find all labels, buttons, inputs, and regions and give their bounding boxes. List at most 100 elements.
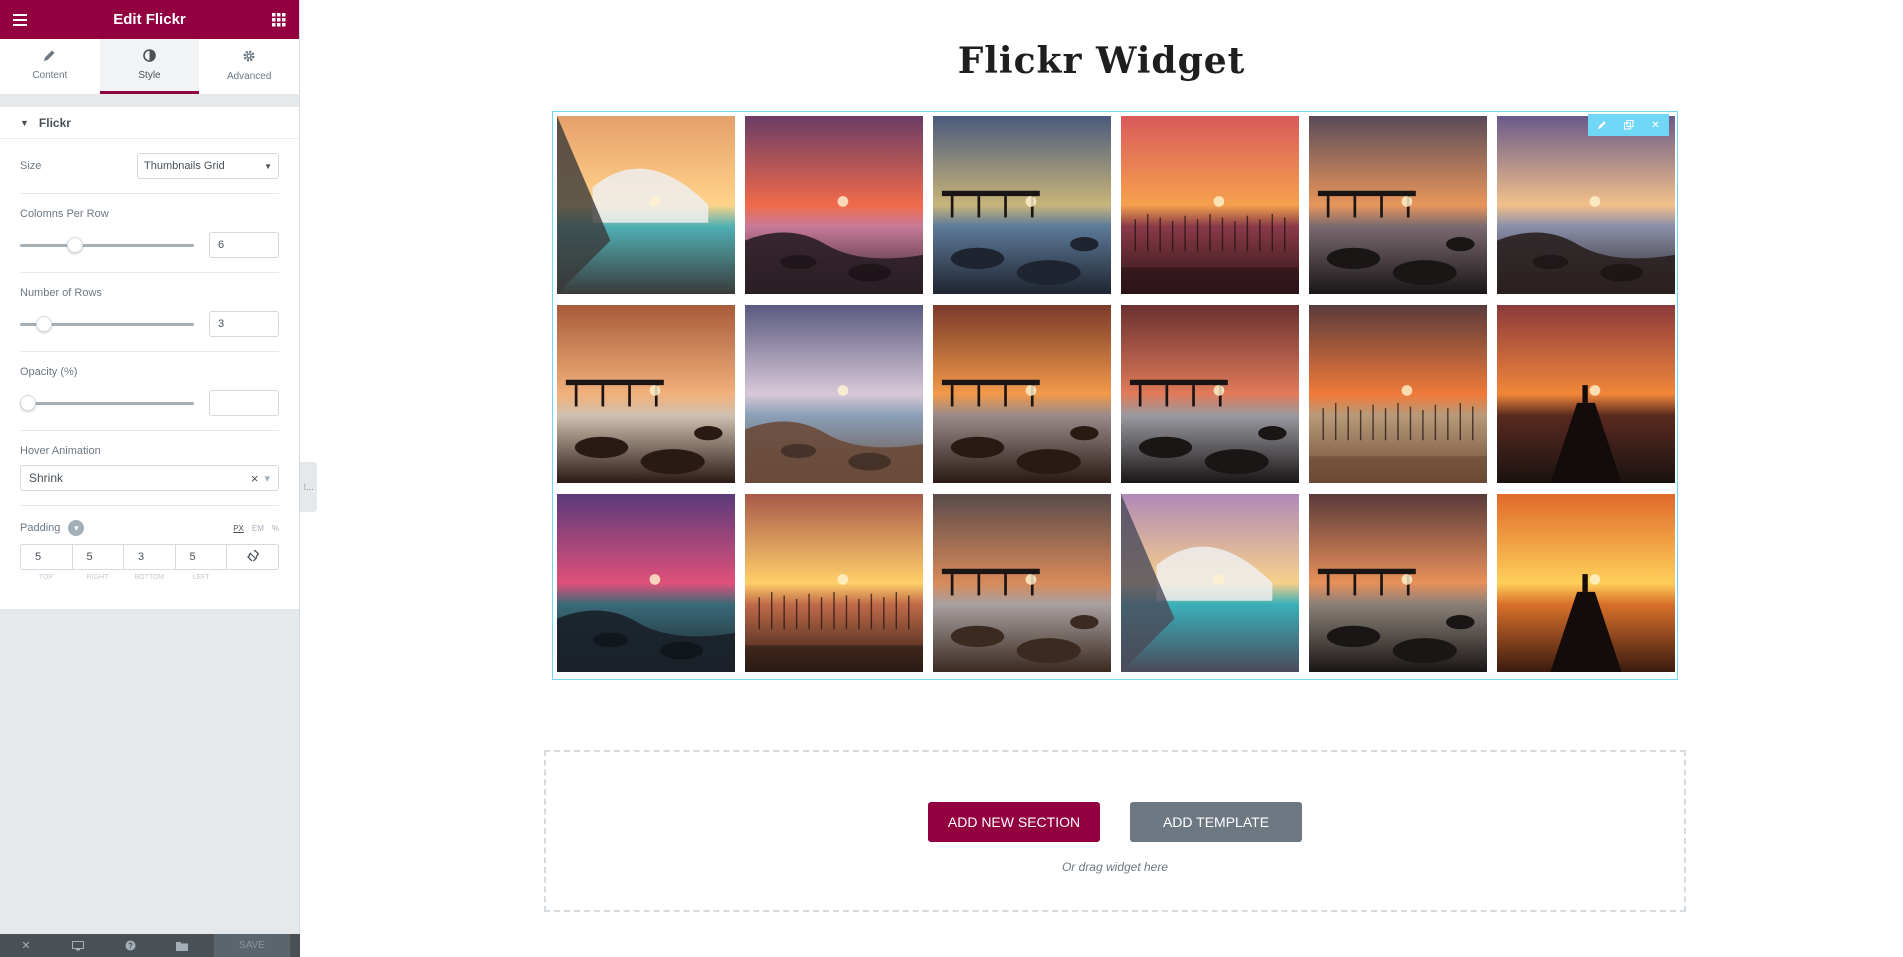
section-title: Flickr: [38, 115, 71, 130]
tab-content[interactable]: Content: [0, 39, 100, 94]
select-arrow-icon: ▼: [264, 161, 272, 171]
flickr-thumbnail[interactable]: [933, 494, 1111, 672]
size-value: Thumbnails Grid: [144, 160, 225, 172]
control-rows: Number of Rows 3: [20, 273, 279, 352]
tab-advanced[interactable]: Advanced: [199, 39, 299, 94]
pencil-icon: [43, 49, 56, 64]
unit-px[interactable]: PX: [233, 524, 244, 533]
flickr-thumbnail[interactable]: [1121, 116, 1299, 294]
tab-label: Advanced: [226, 70, 272, 82]
rows-slider-handle[interactable]: [35, 315, 52, 332]
columns-input[interactable]: 6: [209, 232, 279, 258]
opacity-slider[interactable]: [20, 394, 194, 411]
half-circle-icon: [143, 49, 156, 64]
padding-side-labels: TOP RIGHT BOTTOM LEFT: [20, 574, 279, 581]
flickr-thumbnail[interactable]: [933, 305, 1111, 483]
save-button[interactable]: SAVE: [214, 934, 290, 957]
edit-widget-icon[interactable]: [1588, 114, 1615, 136]
tab-style[interactable]: Style: [99, 39, 200, 94]
flickr-thumbnail[interactable]: [557, 116, 735, 294]
add-new-section-button[interactable]: ADD NEW SECTION: [928, 802, 1100, 842]
control-columns: Colomns Per Row 6: [20, 194, 279, 273]
panel-tabs: Content Style Advanced: [0, 39, 299, 95]
hamburger-menu-icon[interactable]: [12, 12, 28, 28]
folder-icon[interactable]: [156, 934, 208, 957]
svg-text:?: ?: [128, 941, 133, 950]
padding-label: Padding: [20, 522, 61, 534]
editor-panel: Edit Flickr Content Style Advanced ▼ Fli…: [0, 0, 300, 957]
padding-bottom-input[interactable]: 3: [124, 544, 176, 570]
flickr-thumbnail[interactable]: [933, 116, 1111, 294]
flickr-thumbnail[interactable]: [1497, 305, 1675, 483]
side-label-bottom: BOTTOM: [134, 574, 165, 581]
flickr-thumbnail[interactable]: [1309, 116, 1487, 294]
flickr-widget[interactable]: ✕: [552, 111, 1678, 680]
panel-collapse-handle[interactable]: ⁝...: [300, 462, 317, 512]
padding-right-input[interactable]: 5: [72, 544, 124, 570]
page-title: Flickr Widget: [957, 40, 1246, 82]
control-opacity: Opacity (%): [20, 352, 279, 431]
responsive-mode-icon[interactable]: ▾: [68, 520, 85, 536]
flickr-thumbnail-grid: [557, 116, 1675, 672]
close-icon[interactable]: ✕: [0, 934, 52, 957]
panel-header: Edit Flickr: [0, 0, 299, 39]
widgets-grid-icon[interactable]: [271, 12, 287, 28]
side-label-top: TOP: [38, 574, 53, 581]
panel-footer: ✕ ? SAVE: [0, 934, 300, 957]
columns-slider[interactable]: [20, 236, 194, 253]
rows-slider[interactable]: [20, 315, 194, 332]
tab-label: Style: [138, 70, 161, 81]
padding-fields: 5 5 3 5: [20, 544, 279, 570]
flickr-thumbnail[interactable]: [557, 305, 735, 483]
hover-animation-select[interactable]: Shrink × ▾: [20, 465, 279, 491]
columns-label: Colomns Per Row: [20, 208, 109, 220]
drop-zone-buttons: ADD NEW SECTION ADD TEMPLATE: [546, 802, 1684, 842]
padding-left-input[interactable]: 5: [175, 544, 227, 570]
opacity-label: Opacity (%): [20, 366, 78, 378]
section-toggle-flickr[interactable]: ▼ Flickr: [0, 107, 299, 139]
flickr-thumbnail[interactable]: [745, 305, 923, 483]
rows-label: Number of Rows: [20, 287, 102, 299]
add-template-button[interactable]: ADD TEMPLATE: [1130, 802, 1302, 842]
size-label: Size: [20, 160, 42, 172]
flickr-thumbnail[interactable]: [1309, 305, 1487, 483]
control-size: Size Thumbnails Grid ▼: [20, 139, 279, 194]
style-controls: ▼ Flickr Size Thumbnails Grid ▼ Colomns …: [0, 107, 299, 609]
duplicate-widget-icon[interactable]: [1615, 114, 1642, 136]
flickr-thumbnail[interactable]: [745, 116, 923, 294]
widget-toolbar: ✕: [1588, 114, 1669, 136]
side-label-left: LEFT: [192, 574, 210, 581]
unit-percent[interactable]: %: [272, 524, 279, 533]
flickr-thumbnail[interactable]: [1497, 116, 1675, 294]
hover-animation-label: Hover Animation: [20, 445, 101, 457]
delete-widget-icon[interactable]: ✕: [1642, 114, 1669, 136]
drag-widget-hint: Or drag widget here: [1061, 860, 1169, 874]
clear-icon[interactable]: ×: [251, 471, 259, 486]
caret-down-icon: ▼: [20, 117, 29, 128]
flickr-thumbnail[interactable]: [745, 494, 923, 672]
columns-slider-handle[interactable]: [67, 236, 84, 253]
padding-top-input[interactable]: 5: [20, 544, 73, 570]
unit-switcher: PX EM %: [233, 524, 279, 533]
flickr-thumbnail[interactable]: [1309, 494, 1487, 672]
flickr-thumbnail[interactable]: [1121, 494, 1299, 672]
rows-input[interactable]: 3: [209, 311, 279, 337]
control-padding: Padding ▾ PX EM % 5 5 3 5 TOP RIGHT BOTT…: [20, 506, 279, 595]
unlink-icon: [246, 549, 259, 565]
gear-icon: [242, 49, 256, 65]
select-arrow-icon: ▾: [264, 472, 270, 485]
link-values-button[interactable]: [227, 544, 279, 570]
desktop-icon[interactable]: [52, 934, 104, 957]
unit-em[interactable]: EM: [252, 524, 264, 533]
hover-animation-value: Shrink: [29, 471, 64, 485]
flickr-thumbnail[interactable]: [1121, 305, 1299, 483]
opacity-slider-handle[interactable]: [20, 394, 36, 411]
size-select[interactable]: Thumbnails Grid ▼: [137, 153, 279, 179]
side-label-right: RIGHT: [86, 574, 109, 581]
flickr-thumbnail[interactable]: [1497, 494, 1675, 672]
help-icon[interactable]: ?: [104, 934, 156, 957]
flickr-thumbnail[interactable]: [557, 494, 735, 672]
add-section-drop-zone[interactable]: ADD NEW SECTION ADD TEMPLATE Or drag wid…: [544, 750, 1686, 912]
panel-title: Edit Flickr: [113, 11, 186, 28]
opacity-input[interactable]: [209, 390, 279, 416]
